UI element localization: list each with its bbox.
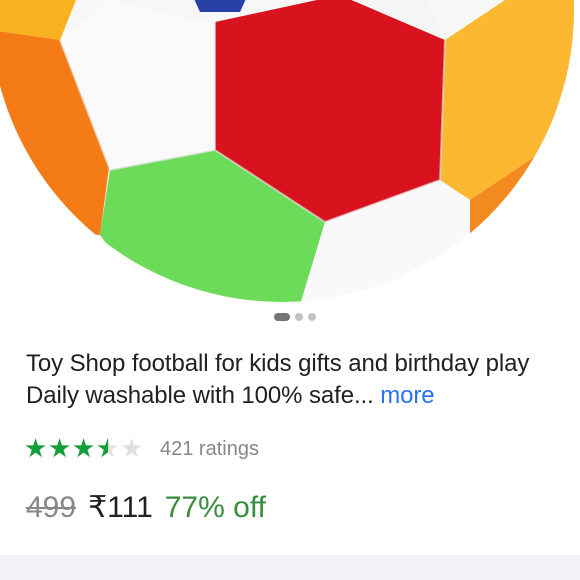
product-title-text: Toy Shop football for kids gifts and bir… — [26, 350, 530, 409]
star-icon: ★★ — [24, 434, 48, 464]
star-icon: ★★ — [48, 434, 72, 464]
image-carousel-indicator[interactable] — [0, 312, 580, 322]
section-divider — [0, 555, 580, 580]
product-image[interactable] — [0, 0, 580, 305]
discount-label: 77% off — [164, 491, 266, 524]
star-icon: ★★ — [96, 434, 120, 464]
original-price: 499 — [26, 491, 77, 524]
carousel-dot-2[interactable] — [295, 313, 303, 321]
more-link[interactable]: more — [380, 382, 434, 409]
star-icon: ★★ — [72, 434, 96, 464]
selling-price: ₹111 — [88, 491, 153, 524]
football-illustration — [0, 0, 574, 302]
product-title: Toy Shop football for kids gifts and bir… — [26, 348, 556, 412]
star-icon: ★★ — [120, 434, 144, 464]
rating-row[interactable]: ★★★★★★★★★★ 421 ratings — [24, 434, 259, 464]
price-row: 499 ₹111 77% off — [26, 490, 266, 525]
carousel-dot-1[interactable] — [274, 313, 290, 321]
rating-count[interactable]: 421 ratings — [160, 438, 259, 461]
carousel-dot-3[interactable] — [308, 313, 316, 321]
star-rating: ★★★★★★★★★★ — [24, 434, 144, 464]
